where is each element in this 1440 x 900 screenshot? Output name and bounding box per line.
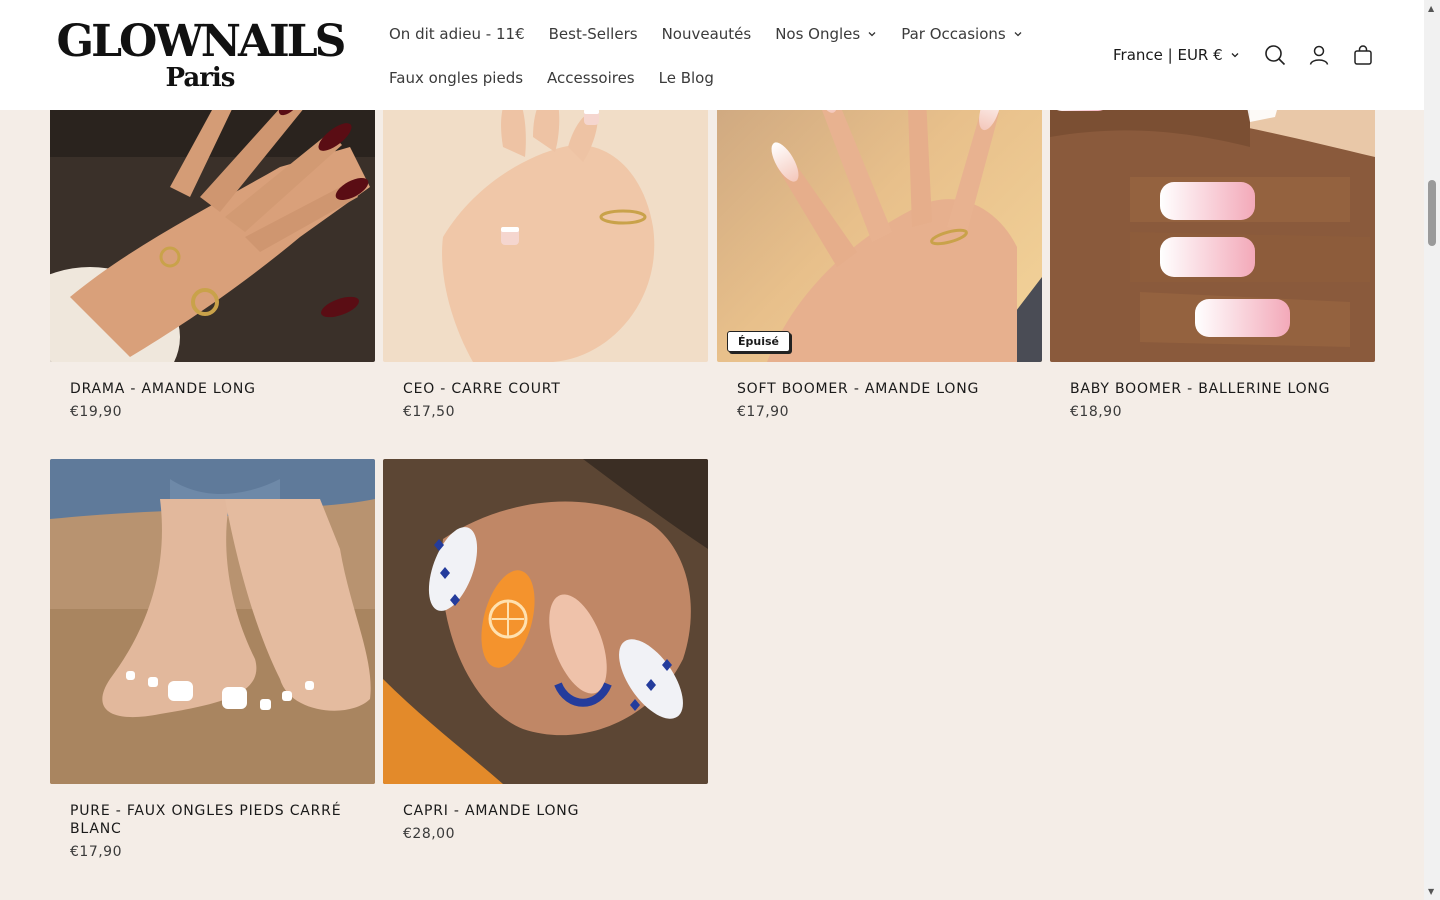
header-actions: France | EUR € bbox=[1113, 38, 1376, 72]
product-title[interactable]: CAPRI - AMANDE LONG bbox=[403, 802, 688, 820]
site-header: GLOWNAILS Paris On dit adieu - 11€ Best-… bbox=[0, 0, 1424, 110]
nav-item-best-sellers[interactable]: Best-Sellers bbox=[549, 20, 638, 48]
product-title[interactable]: DRAMA - AMANDE LONG bbox=[70, 380, 355, 398]
product-image[interactable] bbox=[383, 459, 708, 784]
nav-item-label: Best-Sellers bbox=[548, 25, 638, 43]
scroll-up-arrow-icon[interactable]: ▲ bbox=[1428, 4, 1434, 13]
chevron-down-icon bbox=[868, 32, 876, 37]
locale-label: France | EUR € bbox=[1113, 46, 1223, 64]
scrollbar-thumb[interactable] bbox=[1428, 180, 1436, 246]
product-image[interactable] bbox=[50, 459, 375, 784]
nav-item-label: Par Occasions bbox=[901, 25, 1006, 43]
nav-row-1: On dit adieu - 11€ Best-Sellers Nouveaut… bbox=[389, 20, 1049, 48]
product-title[interactable]: CEO - CARRE COURT bbox=[403, 380, 688, 398]
chevron-down-icon bbox=[1231, 53, 1239, 58]
product-price: €18,90 bbox=[1070, 404, 1122, 420]
nav-item-label: Accessoires bbox=[547, 69, 635, 87]
nav-item-accessoires[interactable]: Accessoires bbox=[547, 64, 635, 92]
locale-selector[interactable]: France | EUR € bbox=[1113, 46, 1240, 64]
product-price: €17,90 bbox=[737, 404, 789, 420]
nav-item-label: On dit adieu - 11€ bbox=[389, 25, 525, 43]
nav-item-label: Faux ongles pieds bbox=[389, 69, 524, 87]
status-badge: Épuisé bbox=[727, 331, 790, 352]
nav-item-label: Le Blog bbox=[658, 69, 714, 87]
main-navigation: On dit adieu - 11€ Best-Sellers Nouveaut… bbox=[389, 20, 1049, 108]
product-title[interactable]: BABY BOOMER - BALLERINE LONG bbox=[1070, 380, 1355, 398]
product-card[interactable]: PURE - FAUX ONGLES PIEDS CARRÉ BLANC €17… bbox=[50, 459, 375, 860]
nav-item-adieu[interactable]: On dit adieu - 11€ bbox=[389, 20, 525, 48]
product-title[interactable]: SOFT BOOMER - AMANDE LONG bbox=[737, 380, 1022, 398]
nav-item-par-occasions[interactable]: Par Occasions bbox=[901, 20, 1022, 48]
page-scrollbar[interactable]: ▲ ▼ bbox=[1424, 0, 1440, 900]
account-icon[interactable] bbox=[1306, 42, 1332, 68]
nav-item-label: Nos Ongles bbox=[775, 25, 861, 43]
chevron-down-icon bbox=[1014, 32, 1022, 37]
logo-main-text: GLOWNAILS bbox=[56, 16, 347, 67]
search-icon[interactable] bbox=[1262, 42, 1288, 68]
product-price: €19,90 bbox=[70, 404, 122, 420]
nav-item-label: Nouveautés bbox=[661, 25, 752, 43]
logo-sub-text: Paris bbox=[165, 63, 236, 93]
product-price: €17,50 bbox=[403, 404, 455, 420]
nav-item-nouveautes[interactable]: Nouveautés bbox=[662, 20, 752, 48]
product-title[interactable]: PURE - FAUX ONGLES PIEDS CARRÉ BLANC bbox=[70, 802, 355, 838]
product-price: €17,90 bbox=[70, 844, 122, 860]
cart-icon[interactable] bbox=[1350, 42, 1376, 68]
scroll-down-arrow-icon[interactable]: ▼ bbox=[1428, 887, 1434, 896]
product-card[interactable]: CAPRI - AMANDE LONG €28,00 bbox=[383, 459, 708, 842]
nav-item-blog[interactable]: Le Blog bbox=[659, 64, 714, 92]
nav-item-nos-ongles[interactable]: Nos Ongles bbox=[775, 20, 877, 48]
product-price: €28,00 bbox=[403, 826, 455, 842]
nav-row-2: Faux ongles pieds Accessoires Le Blog bbox=[389, 64, 1049, 92]
nav-item-faux-ongles-pieds[interactable]: Faux ongles pieds bbox=[389, 64, 523, 92]
site-logo[interactable]: GLOWNAILS Paris bbox=[50, 20, 350, 96]
